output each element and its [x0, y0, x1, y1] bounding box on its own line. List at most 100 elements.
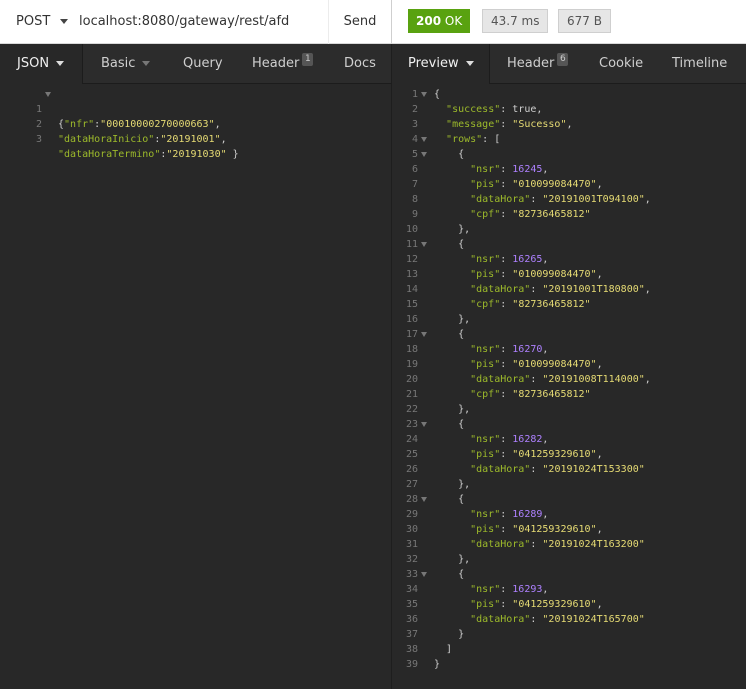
tab-auth-basic[interactable]: Basic: [101, 44, 151, 83]
line-number: 3: [35, 134, 42, 145]
line-number: 28: [405, 494, 418, 505]
json-value-cpf: 82736465812: [518, 209, 585, 220]
fold-arrow-icon[interactable]: [421, 422, 427, 427]
fold-arrow-icon[interactable]: [421, 572, 427, 577]
line-number: 10: [405, 224, 418, 235]
code-line: 18 "nsr": 16270,: [392, 342, 746, 357]
code-line: 39}: [392, 657, 746, 672]
line-number: 20: [405, 374, 418, 385]
code-line: 3 "dataHoraTermino":"20191030" }: [0, 117, 391, 160]
request-tabs: JSON Basic Query Header 1 Docs: [0, 44, 391, 84]
json-value-nsr: 16245: [512, 164, 543, 175]
json-value-nsr: 16265: [512, 254, 543, 265]
line-number: 8: [411, 194, 418, 205]
tab-docs[interactable]: Docs: [344, 44, 376, 83]
tab-body-json[interactable]: JSON: [0, 44, 83, 84]
code-line: 29 "nsr": 16289,: [392, 507, 746, 522]
line-number: 16: [405, 314, 418, 325]
code-line: 20 "dataHora": "20191008T114000",: [392, 372, 746, 387]
tab-query[interactable]: Query: [183, 44, 223, 83]
code-line: 17 {: [392, 327, 746, 342]
tab-response-header[interactable]: Header 6: [507, 44, 569, 83]
json-value-success: true: [512, 104, 537, 115]
code-line: 25 "pis": "041259329610",: [392, 447, 746, 462]
send-button[interactable]: Send: [328, 0, 391, 44]
fold-arrow-icon[interactable]: [421, 92, 427, 97]
line-number: 24: [405, 434, 418, 445]
response-code: 1{2 "success": true, 3 "message": "Sucess…: [392, 87, 746, 672]
code-line: 37 }: [392, 627, 746, 642]
line-number: 13: [405, 269, 418, 280]
fold-arrow-icon[interactable]: [421, 332, 427, 337]
tab-cookie[interactable]: Cookie: [599, 44, 643, 83]
line-number: 37: [405, 629, 418, 640]
json-value-pis: 041259329610: [518, 599, 591, 610]
chevron-down-icon: [60, 19, 68, 24]
chevron-down-icon: [142, 61, 151, 66]
code-line: 38 ]: [392, 642, 746, 657]
request-bar: POST localhost:8080/gateway/rest/afd Sen…: [0, 0, 391, 44]
fold-arrow-icon[interactable]: [45, 92, 51, 97]
line-number: 36: [405, 614, 418, 625]
line-number: 34: [405, 584, 418, 595]
code-line: 7 "pis": "010099084470",: [392, 177, 746, 192]
fold-arrow-icon[interactable]: [421, 137, 427, 142]
tab-preview[interactable]: Preview: [392, 44, 490, 84]
line-number: 18: [405, 344, 418, 355]
line-number: 25: [405, 449, 418, 460]
line-number: 23: [405, 419, 418, 430]
line-number: 31: [405, 539, 418, 550]
line-number: 30: [405, 524, 418, 535]
code-line: 32 },: [392, 552, 746, 567]
line-number: 3: [411, 119, 418, 130]
code-line: 34 "nsr": 16293,: [392, 582, 746, 597]
code-line: 10 },: [392, 222, 746, 237]
tab-request-header[interactable]: Header 1: [252, 44, 314, 83]
request-body-editor[interactable]: 1 {"nfr":"00010000270000663", 2 "dataHor…: [0, 84, 391, 689]
fold-arrow-icon[interactable]: [421, 152, 427, 157]
line-number: 5: [411, 149, 418, 160]
code-line: 31 "dataHora": "20191024T163200": [392, 537, 746, 552]
line-number: 1: [411, 89, 418, 100]
code-line: 16 },: [392, 312, 746, 327]
url-input[interactable]: localhost:8080/gateway/rest/afd: [79, 0, 289, 44]
code-line: 15 "cpf": "82736465812": [392, 297, 746, 312]
tab-header-label: Header: [507, 56, 555, 71]
response-tabs: Preview Header 6 Cookie Timeline: [391, 44, 746, 84]
tab-body-label: JSON: [17, 56, 50, 71]
line-number: 21: [405, 389, 418, 400]
line-number: 2: [411, 104, 418, 115]
code-line: 23 {: [392, 417, 746, 432]
response-time-badge: 43.7 ms: [482, 9, 549, 33]
code-line: 11 {: [392, 237, 746, 252]
code-line: 21 "cpf": "82736465812": [392, 387, 746, 402]
code-line: 26 "dataHora": "20191024T153300": [392, 462, 746, 477]
json-value-message: Sucesso: [518, 119, 561, 130]
code-line: 14 "dataHora": "20191001T180800",: [392, 282, 746, 297]
code-line: 12 "nsr": 16265,: [392, 252, 746, 267]
line-number: 11: [405, 239, 418, 250]
fold-arrow-icon[interactable]: [421, 497, 427, 502]
code-line: 9 "cpf": "82736465812": [392, 207, 746, 222]
line-number: 17: [405, 329, 418, 340]
line-number: 4: [411, 134, 418, 145]
fold-arrow-icon[interactable]: [421, 242, 427, 247]
response-preview[interactable]: 1{2 "success": true, 3 "message": "Sucess…: [391, 84, 746, 689]
chevron-down-icon: [465, 61, 474, 66]
method-label: POST: [16, 14, 51, 29]
json-value-datahoratermino: 20191030: [172, 149, 221, 160]
line-number: 12: [405, 254, 418, 265]
code-line: 19 "pis": "010099084470",: [392, 357, 746, 372]
line-number: 14: [405, 284, 418, 295]
header-count-badge: 1: [302, 53, 314, 66]
json-value-cpf: 82736465812: [518, 299, 585, 310]
json-value-pis: 041259329610: [518, 449, 591, 460]
code-line: 13 "pis": "010099084470",: [392, 267, 746, 282]
json-value-nsr: 16289: [512, 509, 543, 520]
code-line: 24 "nsr": 16282,: [392, 432, 746, 447]
tab-header-label: Header: [252, 56, 300, 71]
method-select[interactable]: POST: [16, 0, 68, 44]
tab-timeline[interactable]: Timeline: [672, 44, 727, 83]
line-number: 27: [405, 479, 418, 490]
code-line: 3 "message": "Sucesso",: [392, 117, 746, 132]
